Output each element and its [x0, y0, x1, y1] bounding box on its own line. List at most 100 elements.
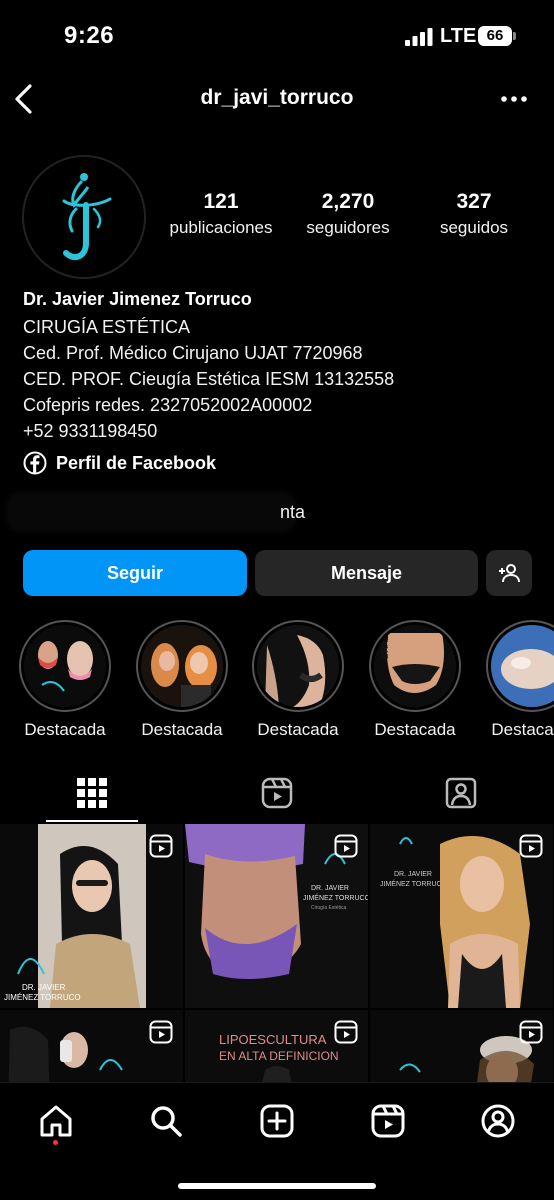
following-count: 327 — [456, 190, 492, 213]
bio-line: Cofepris redes. 2327052002A00002 — [23, 395, 313, 415]
highlight-item[interactable]: Destacada — [482, 620, 554, 740]
profile-tabs — [0, 762, 554, 824]
tab-posts-grid[interactable] — [0, 762, 184, 824]
highlight-cover — [491, 625, 554, 707]
post-caption-line: JIMÉNEZ TORRUCO — [380, 879, 448, 888]
grid-post[interactable]: DR. JAVIER JIMÉNEZ TORRUCO Cirugía Estét… — [185, 824, 368, 1008]
tagged-person-icon — [445, 777, 477, 809]
battery-icon: 66 — [478, 26, 512, 46]
post-caption-line: JIMÉNEZ TORRUCO — [4, 993, 81, 1002]
active-tab-indicator — [46, 820, 138, 822]
suggested-users-button[interactable] — [486, 550, 532, 596]
home-icon — [40, 1105, 72, 1137]
logo-figure-icon — [62, 173, 112, 261]
post-caption-line: DR. JAVIER — [22, 983, 66, 992]
grid-post[interactable]: DR. JAVIER JIMÉNEZ TORRUCO — [370, 824, 553, 1008]
bio-line: Ced. Prof. Médico Cirujano UJAT 7720968 — [23, 343, 363, 363]
follow-button[interactable]: Seguir — [23, 550, 247, 596]
reel-badge-icon — [149, 1020, 173, 1044]
highlight-label: Destacada — [491, 720, 554, 739]
notification-dot — [53, 1140, 58, 1145]
following-label: seguidos — [439, 218, 509, 237]
highlight-item[interactable]: Destacada — [248, 620, 348, 740]
reel-badge-icon — [334, 834, 358, 858]
redacted-line-tail: nta — [280, 502, 306, 522]
tab-tagged[interactable] — [369, 762, 553, 824]
facebook-link-label: Perfil de Facebook — [56, 452, 217, 473]
highlight-cover — [257, 625, 339, 707]
tab-reels[interactable] — [185, 762, 369, 824]
post-caption-line: EN ALTA DEFINICION — [219, 1049, 339, 1063]
reels-icon — [261, 777, 293, 809]
highlight-cover — [141, 625, 223, 707]
highlight-ring — [486, 620, 554, 712]
story-highlights: Destacada Destacada Destacada BRAZIL Des… — [0, 620, 554, 740]
highlight-ring: BRAZIL — [369, 620, 461, 712]
posts-grid: DR. JAVIER JIMÉNEZ TORRUCO DR. JAVIER JI… — [0, 824, 554, 1086]
grid-post[interactable]: LIPOESCULTURA EN ALTA DEFINICION — [185, 1010, 368, 1086]
reel-badge-icon — [519, 834, 543, 858]
highlight-label: Destacada — [257, 720, 339, 739]
redacted-bio-line: nta — [0, 490, 554, 534]
post-caption-line: Cirugía Estética — [311, 905, 347, 911]
highlight-ring — [136, 620, 228, 712]
highlight-cover — [24, 625, 106, 707]
post-caption-line: DR. JAVIER — [394, 871, 432, 878]
nav-profile[interactable] — [478, 1101, 518, 1141]
status-bar: 9:26 LTE 66 — [0, 0, 554, 70]
highlight-cover: BRAZIL — [374, 625, 456, 707]
followers-count: 2,270 — [321, 190, 375, 213]
reel-badge-icon — [149, 834, 173, 858]
profile-icon — [481, 1104, 515, 1138]
search-icon — [151, 1106, 182, 1137]
stat-followers[interactable]: 2,270 seguidores — [292, 190, 404, 238]
post-caption-line: JIMÉNEZ TORRUCO — [303, 893, 368, 902]
nav-search[interactable] — [146, 1101, 186, 1141]
battery-tip — [513, 32, 516, 40]
redaction-scribble — [6, 492, 296, 532]
profile-full-name: Dr. Javier Jimenez Torruco — [23, 289, 252, 309]
network-type: LTE — [440, 25, 477, 47]
cellular-signal-icon — [405, 28, 433, 46]
facebook-icon — [23, 451, 47, 475]
followers-label: seguidores — [306, 218, 390, 237]
facebook-profile-link[interactable]: Perfil de Facebook — [23, 450, 216, 476]
bio-phone: +52 9331198450 — [23, 421, 158, 441]
highlight-label: Destacada — [141, 720, 223, 739]
message-button[interactable]: Mensaje — [255, 550, 478, 596]
grid-icon — [77, 778, 107, 808]
nav-reels[interactable] — [368, 1101, 408, 1141]
highlight-overlay-text: BRAZIL — [380, 627, 390, 659]
bio-line: CED. PROF. Cieugía Estética IESM 1313255… — [23, 369, 395, 389]
more-options-icon[interactable] — [500, 90, 528, 108]
posts-label: publicaciones — [169, 218, 273, 237]
highlight-item[interactable]: Destacada — [15, 620, 115, 740]
highlight-item[interactable]: BRAZIL Destacada — [365, 620, 465, 740]
grid-post[interactable] — [0, 1010, 183, 1086]
grid-post[interactable] — [370, 1010, 553, 1086]
post-caption-line: LIPOESCULTURA — [219, 1032, 327, 1047]
highlight-ring — [252, 620, 344, 712]
home-indicator — [178, 1183, 376, 1189]
create-post-icon — [260, 1104, 294, 1138]
stat-posts[interactable]: 121 publicaciones — [160, 190, 282, 238]
posts-count: 121 — [203, 190, 239, 213]
profile-header: dr_javi_torruco — [0, 78, 554, 122]
highlight-item[interactable]: Destacada — [132, 620, 232, 740]
profile-username: dr_javi_torruco — [200, 86, 354, 109]
reel-badge-icon — [334, 1020, 358, 1044]
nav-create[interactable] — [257, 1101, 297, 1141]
stat-following[interactable]: 327 seguidos — [424, 190, 524, 238]
reel-badge-icon — [519, 1020, 543, 1044]
post-caption-line: DR. JAVIER — [311, 885, 349, 892]
highlight-label: Destacada — [374, 720, 456, 739]
reels-icon — [371, 1104, 405, 1138]
profile-bio: Dr. Javier Jimenez Torruco CIRUGÍA ESTÉT… — [23, 288, 533, 444]
status-time: 9:26 — [64, 22, 115, 49]
nav-home[interactable] — [36, 1101, 76, 1141]
highlight-label: Destacada — [24, 720, 106, 739]
bio-line: CIRUGÍA ESTÉTICA — [23, 317, 191, 337]
grid-post[interactable]: DR. JAVIER JIMÉNEZ TORRUCO — [0, 824, 183, 1008]
highlight-ring — [19, 620, 111, 712]
profile-avatar[interactable] — [22, 155, 146, 279]
